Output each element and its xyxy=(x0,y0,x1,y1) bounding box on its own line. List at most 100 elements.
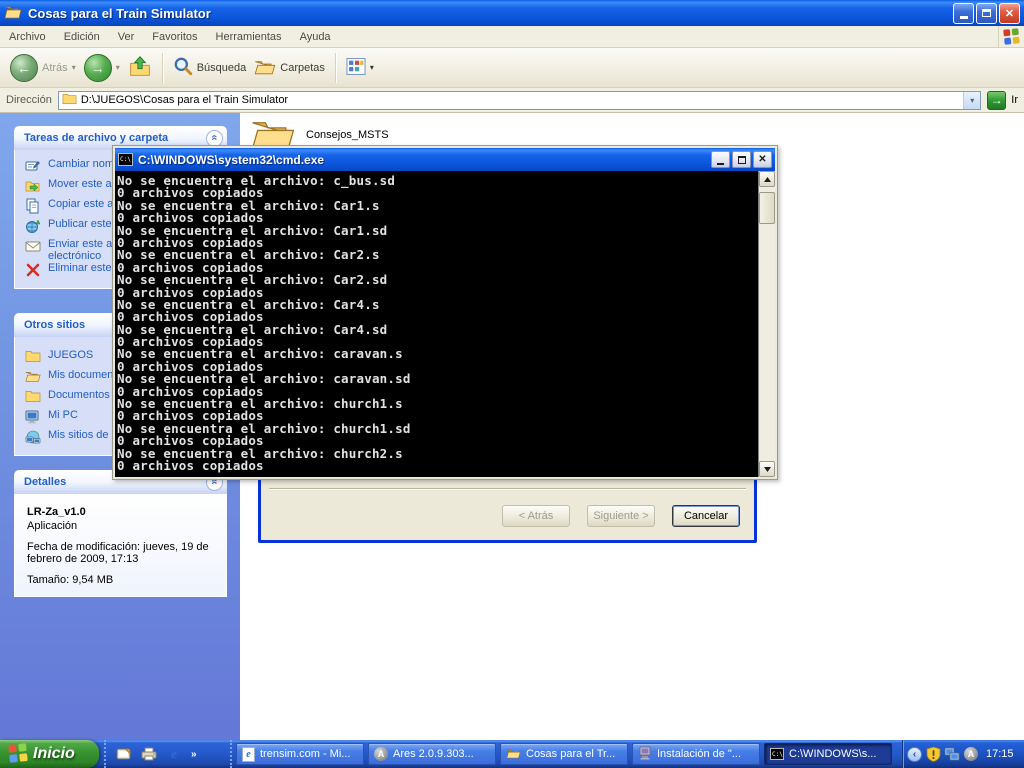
taskbar-button-trensim[interactable]: e trensim.com - Mi... xyxy=(236,743,364,765)
scrollbar-thumb[interactable] xyxy=(759,192,775,224)
network-status-icon[interactable] xyxy=(944,746,960,762)
folders-label: Carpetas xyxy=(280,62,325,74)
printer-icon[interactable] xyxy=(141,746,157,762)
details-file-name: LR-Za_v1.0 xyxy=(27,506,216,518)
close-icon: ✕ xyxy=(758,154,766,165)
panel-details-body: LR-Za_v1.0 Aplicación Fecha de modificac… xyxy=(14,494,227,597)
back-dropdown-icon[interactable]: ▾ xyxy=(72,63,76,72)
move-icon xyxy=(25,178,41,194)
console-line: 0 archivos copiados xyxy=(117,359,756,371)
cancel-button[interactable]: Cancelar xyxy=(672,505,740,527)
menu-ver[interactable]: Ver xyxy=(109,28,144,46)
back-button[interactable]: ← Atrás ▾ xyxy=(6,52,80,84)
menu-archivo[interactable]: Archivo xyxy=(0,28,55,46)
taskbar-button-ares[interactable]: A Ares 2.0.9.303... xyxy=(368,743,496,765)
console-line: 0 archivos copiados xyxy=(117,260,756,272)
folder-icon xyxy=(506,747,521,762)
quick-launch: e » xyxy=(104,740,232,768)
windows-logo-icon xyxy=(998,26,1024,47)
tray-collapse-icon[interactable]: ‹ xyxy=(907,747,922,762)
taskbar-button-explorer[interactable]: Cosas para el Tr... xyxy=(500,743,628,765)
maximize-button[interactable] xyxy=(732,151,751,168)
menu-edicion[interactable]: Edición xyxy=(55,28,109,46)
search-button[interactable]: Búsqueda xyxy=(169,54,251,81)
minimize-button[interactable] xyxy=(711,151,730,168)
console-line: 0 archivos copiados xyxy=(117,384,756,396)
close-button[interactable]: ✕ xyxy=(999,3,1020,24)
close-button[interactable]: ✕ xyxy=(753,151,772,168)
taskbar-button-label: C:\WINDOWS\s... xyxy=(789,748,876,760)
console-line: No se encuentra el archivo: Car1.sd xyxy=(117,223,756,235)
taskbar-button-label: Cosas para el Tr... xyxy=(526,748,615,760)
console-line: No se encuentra el archivo: church2.s xyxy=(117,446,756,458)
menu-favoritos[interactable]: Favoritos xyxy=(143,28,206,46)
back-button[interactable]: < Atrás xyxy=(502,505,570,527)
collapse-chevron-icon[interactable]: » xyxy=(206,130,223,147)
minimize-button[interactable] xyxy=(953,3,974,24)
panel-header-label: Otros sitios xyxy=(24,319,85,331)
menu-ayuda[interactable]: Ayuda xyxy=(291,28,340,46)
internet-explorer-icon[interactable]: e xyxy=(166,746,182,762)
scroll-up-button[interactable] xyxy=(759,171,775,187)
console-line: 0 archivos copiados xyxy=(117,433,756,445)
folders-icon xyxy=(254,58,276,78)
minimize-icon xyxy=(717,163,724,165)
taskbar-button-installer[interactable]: Instalación de "... xyxy=(632,743,760,765)
explorer-toolbar: ← Atrás ▾ → ▾ Búsqueda xyxy=(0,48,1024,88)
address-label: Dirección xyxy=(6,94,52,106)
go-arrow-icon: → xyxy=(987,91,1006,110)
views-icon xyxy=(346,58,366,78)
cmd-console[interactable]: No se encuentra el archivo: c_bus.sd 0 a… xyxy=(115,171,775,477)
place-label: JUEGOS xyxy=(48,349,93,361)
scroll-down-button[interactable] xyxy=(759,461,775,477)
console-line: No se encuentra el archivo: caravan.s xyxy=(117,346,756,358)
console-line: No se encuentra el archivo: church1.sd xyxy=(117,421,756,433)
security-shield-icon[interactable] xyxy=(925,746,941,762)
back-icon: ← xyxy=(10,54,38,82)
next-button[interactable]: Siguiente > xyxy=(587,505,655,527)
publish-icon xyxy=(25,218,41,234)
panel-details: Detalles » LR-Za_v1.0 Aplicación Fecha d… xyxy=(14,470,227,597)
copy-icon xyxy=(25,198,41,214)
forward-button[interactable]: → ▾ xyxy=(80,52,124,84)
views-dropdown-icon[interactable]: ▾ xyxy=(370,63,374,72)
ares-tray-icon[interactable]: A xyxy=(963,746,979,762)
console-line: No se encuentra el archivo: Car2.sd xyxy=(117,272,756,284)
taskbar-button-cmd[interactable]: C:\ C:\WINDOWS\s... xyxy=(764,743,892,765)
place-label: Mi PC xyxy=(48,409,78,421)
address-input[interactable]: D:\JUEGOS\Cosas para el Train Simulator … xyxy=(58,91,981,110)
folder-icon xyxy=(25,349,41,365)
folders-button[interactable]: Carpetas xyxy=(250,56,329,80)
views-button[interactable]: ▾ xyxy=(342,56,378,80)
chevron-down-icon: ▾ xyxy=(970,96,974,105)
start-button[interactable]: Inicio xyxy=(0,740,99,768)
desktop: Cosas para el Train Simulator ✕ Archivo … xyxy=(0,0,1024,768)
scrollbar[interactable] xyxy=(758,171,775,477)
console-line: 0 archivos copiados xyxy=(117,285,756,297)
delete-icon xyxy=(25,262,41,278)
taskbar-button-label: Ares 2.0.9.303... xyxy=(393,748,474,760)
computer-icon xyxy=(25,409,41,425)
quick-launch-more-icon[interactable]: » xyxy=(191,749,197,760)
console-line: No se encuentra el archivo: Car4.sd xyxy=(117,322,756,334)
restore-button[interactable] xyxy=(976,3,997,24)
cmd-icon: C:\ xyxy=(118,153,133,166)
folder-icon xyxy=(62,92,77,108)
search-icon xyxy=(173,56,193,79)
show-desktop-icon[interactable] xyxy=(116,746,132,762)
console-line: 0 archivos copiados xyxy=(117,235,756,247)
go-button[interactable]: → Ir xyxy=(987,91,1018,110)
console-line: 0 archivos copiados xyxy=(117,334,756,346)
menu-herramientas[interactable]: Herramientas xyxy=(207,28,291,46)
explorer-titlebar: Cosas para el Train Simulator ✕ xyxy=(0,0,1024,26)
explorer-menubar: Archivo Edición Ver Favoritos Herramient… xyxy=(0,26,1024,48)
up-button[interactable] xyxy=(124,53,156,82)
details-modified: Fecha de modificación: jueves, 19 de feb… xyxy=(27,541,216,565)
address-dropdown-button[interactable]: ▾ xyxy=(963,92,980,109)
details-size: Tamaño: 9,54 MB xyxy=(27,574,216,586)
go-label: Ir xyxy=(1011,94,1018,106)
console-line: 0 archivos copiados xyxy=(117,309,756,321)
forward-dropdown-icon[interactable]: ▾ xyxy=(116,63,120,72)
console-line: No se encuentra el archivo: Car1.s xyxy=(117,198,756,210)
console-line: No se encuentra el archivo: Car4.s xyxy=(117,297,756,309)
